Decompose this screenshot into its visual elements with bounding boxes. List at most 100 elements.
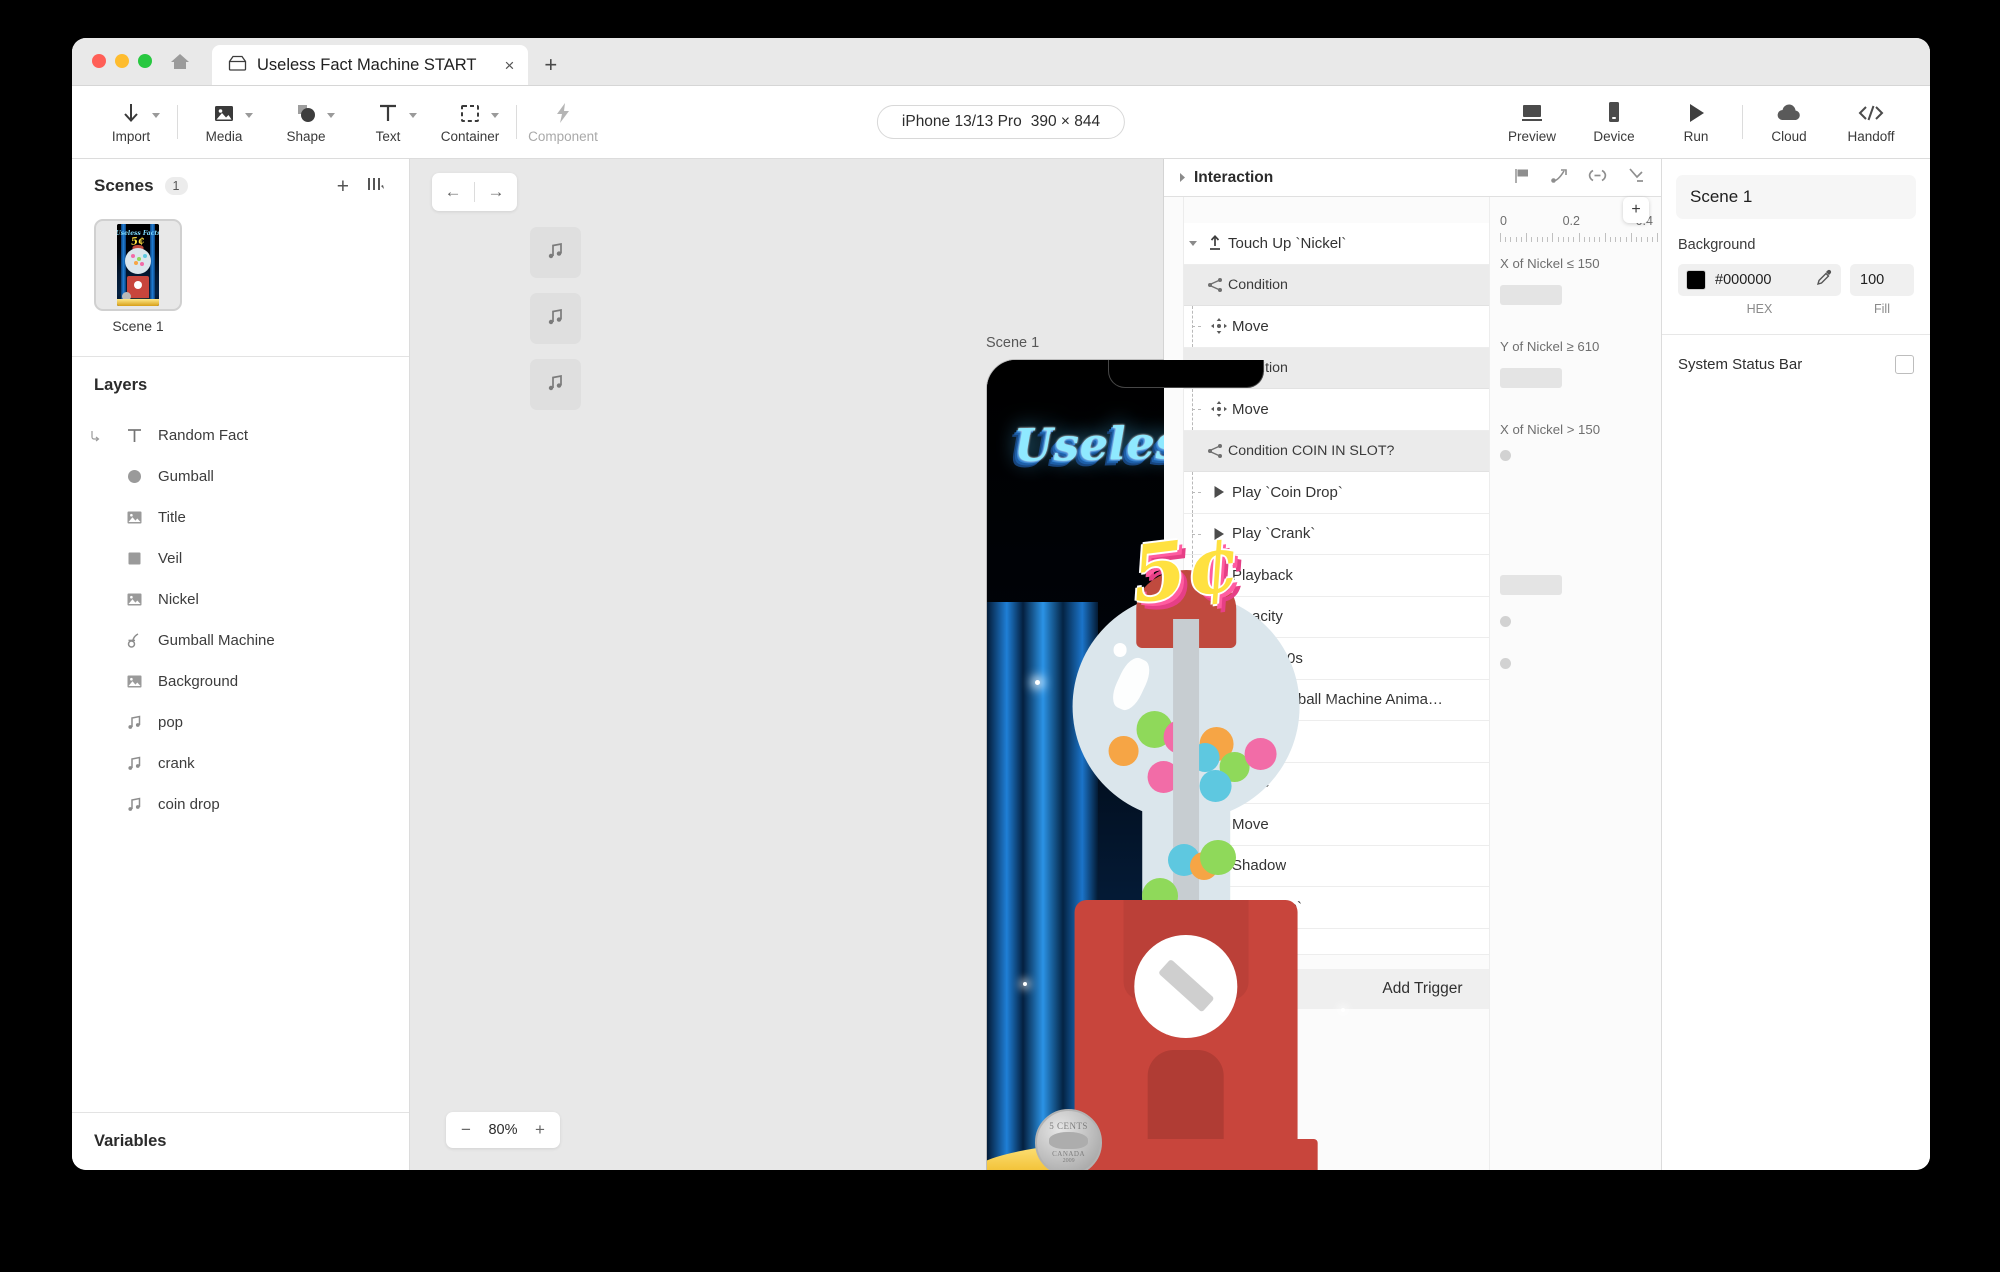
audio-chip[interactable] [530, 359, 581, 410]
fill-field[interactable]: 100 [1850, 264, 1914, 296]
maximize-window-button[interactable] [138, 54, 152, 68]
add-scene-button[interactable]: + [337, 176, 349, 197]
audio-chip[interactable] [530, 227, 581, 278]
scene-thumbnail-strip: Useless Facts 5¢ [72, 213, 409, 356]
handoff-button[interactable]: Handoff [1830, 91, 1912, 153]
layer-row[interactable]: Gumball [72, 456, 409, 497]
hex-field[interactable]: #000000 [1678, 264, 1841, 296]
coin-country-text: CANADA [1052, 1150, 1085, 1158]
interaction-row-action[interactable]: Move [1184, 804, 1661, 846]
text-icon [377, 100, 399, 126]
audio-chip[interactable] [530, 293, 581, 344]
zoom-value[interactable]: 80% [482, 1122, 524, 1138]
layer-row[interactable]: Gumball Machine [72, 620, 409, 661]
status-badge[interactable] [1634, 858, 1649, 873]
tab-bar: Useless Fact Machine START × + [212, 38, 573, 85]
main-toolbar: Import Media Shape [72, 86, 1930, 159]
text-button[interactable]: Text [347, 91, 429, 153]
target-badge[interactable] [1634, 236, 1649, 251]
nav-forward-button[interactable]: → [475, 173, 517, 211]
chevron-down-icon[interactable] [491, 113, 499, 118]
ease-curve-icon[interactable] [1550, 167, 1569, 189]
status-badge[interactable] [1634, 817, 1649, 832]
interaction-row-action[interactable]: Play `Crank` [1184, 514, 1661, 556]
scene-card[interactable]: Useless Facts 5¢ [94, 219, 182, 334]
flag-icon[interactable] [1513, 167, 1532, 189]
nickel-coin[interactable]: 5 CENTS CANADA 2009 [1035, 1109, 1103, 1170]
zoom-in-button[interactable]: + [526, 1112, 554, 1148]
status-badge[interactable] [1634, 734, 1649, 749]
color-swatch[interactable] [1686, 270, 1706, 290]
import-button[interactable]: Import [90, 91, 172, 153]
interaction-row-action[interactable]: Move [1184, 389, 1661, 431]
system-status-bar-checkbox[interactable] [1895, 355, 1914, 374]
container-button[interactable]: Container [429, 91, 511, 153]
interaction-row-action[interactable]: Play `Coin Drop` [1184, 472, 1661, 514]
media-label: Media [206, 129, 243, 144]
chevron-down-icon[interactable] [245, 113, 253, 118]
eyedropper-icon[interactable] [1816, 269, 1833, 291]
chevron-down-icon[interactable] [327, 113, 335, 118]
hex-sub-label: HEX [1678, 302, 1841, 316]
disclosure-icon[interactable] [1184, 238, 1202, 248]
interaction-row-condition[interactable]: Condition COIN IN SLOT? [1184, 431, 1661, 473]
target-badge[interactable] [1634, 319, 1649, 334]
coin-top-text: 5 CENTS [1049, 1121, 1088, 1131]
lottie-icon [1632, 689, 1649, 711]
target-badge[interactable] [1634, 609, 1649, 624]
run-button[interactable]: Run [1655, 91, 1737, 153]
home-icon[interactable] [169, 51, 191, 71]
zoom-out-button[interactable]: − [452, 1112, 480, 1148]
scene-list-view-icon[interactable] [365, 175, 387, 198]
cloud-button[interactable]: Cloud [1748, 91, 1830, 153]
scene-name-field[interactable]: Scene 1 [1676, 175, 1916, 219]
device-selector[interactable]: iPhone 13/13 Pro 390 × 844 [877, 105, 1125, 139]
layer-row[interactable]: Random Fact [72, 415, 409, 456]
layer-row[interactable]: pop [72, 702, 409, 743]
layer-row[interactable]: coin drop [72, 784, 409, 825]
close-window-button[interactable] [92, 54, 106, 68]
new-tab-button[interactable]: + [528, 45, 573, 85]
loop-icon[interactable] [1587, 167, 1608, 189]
interaction-row-action[interactable]: Shadow [1184, 846, 1661, 888]
sparkle [1035, 680, 1040, 685]
canvas[interactable]: ← → [410, 159, 1164, 1170]
run-icon [1685, 100, 1707, 126]
tree-guide [1184, 472, 1206, 513]
collapse-icon[interactable] [1626, 166, 1645, 189]
layer-row[interactable]: Nickel [72, 579, 409, 620]
chevron-right-icon[interactable] [1174, 172, 1190, 183]
add-action-button[interactable]: + [1623, 197, 1649, 223]
tab-useless-fact-machine[interactable]: Useless Fact Machine START × [212, 45, 528, 85]
variables-section[interactable]: Variables [72, 1112, 409, 1170]
handoff-icon [1857, 100, 1885, 126]
interaction-row-action[interactable]: Move [1184, 306, 1661, 348]
interaction-spacer [1184, 197, 1661, 223]
preview-button[interactable]: Preview [1491, 91, 1573, 153]
interaction-row-condition[interactable]: Condition [1184, 265, 1661, 307]
layer-row[interactable]: crank [72, 743, 409, 784]
target-badge[interactable] [1634, 402, 1649, 417]
scene-thumbnail-frame[interactable]: Useless Facts 5¢ [94, 219, 182, 311]
interaction-row-label: Shadow [1232, 857, 1286, 874]
status-badge[interactable] [1634, 775, 1649, 790]
nav-back-button[interactable]: ← [432, 173, 474, 211]
minimize-window-button[interactable] [115, 54, 129, 68]
shape-button[interactable]: Shape [265, 91, 347, 153]
close-icon[interactable]: × [486, 57, 514, 74]
system-status-bar-row[interactable]: System Status Bar [1662, 335, 1930, 394]
chevron-down-icon[interactable] [409, 113, 417, 118]
component-button[interactable]: Component [522, 91, 604, 153]
media-button[interactable]: Media [183, 91, 265, 153]
row-end [1634, 319, 1661, 334]
chevron-down-icon[interactable] [152, 113, 160, 118]
interaction-row-trigger[interactable]: Touch Up `Nickel` [1184, 223, 1661, 265]
shape-label: Shape [286, 129, 325, 144]
layer-row[interactable]: Title [72, 497, 409, 538]
layer-row[interactable]: Veil [72, 538, 409, 579]
preview-label: Preview [1508, 129, 1556, 144]
device-button[interactable]: Device [1573, 91, 1655, 153]
interaction-row-action[interactable]: Playback [1184, 555, 1661, 597]
row-end [1634, 775, 1661, 790]
layer-row[interactable]: Background [72, 661, 409, 702]
